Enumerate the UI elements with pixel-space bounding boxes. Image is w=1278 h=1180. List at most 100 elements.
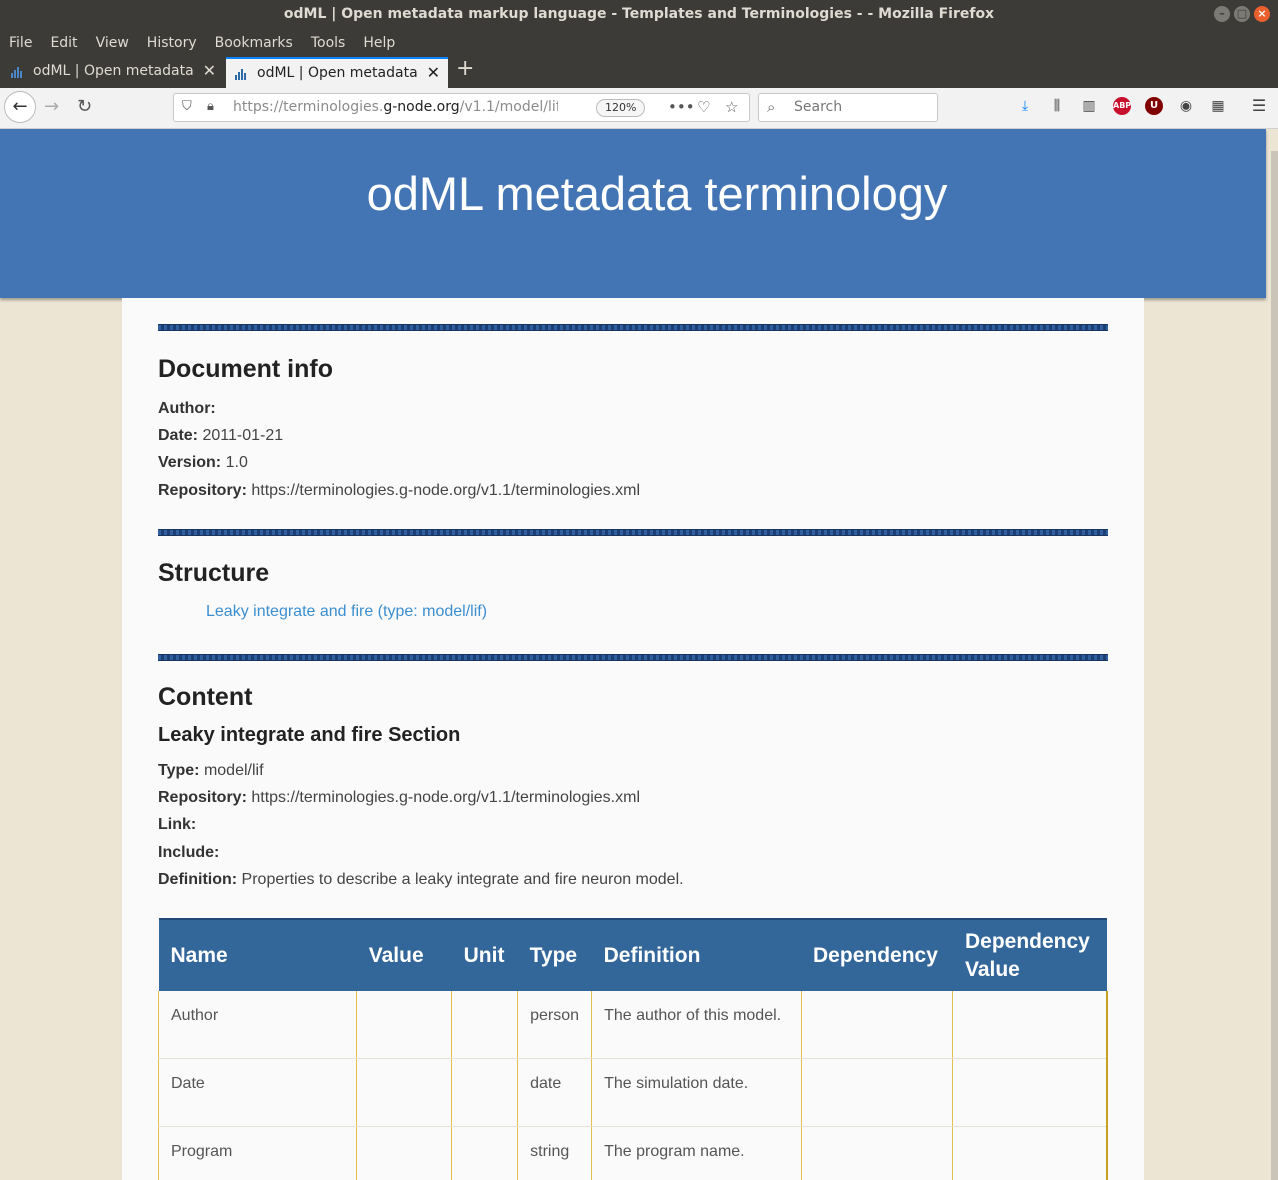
cell-name: Program [157,1126,358,1180]
downloads-icon[interactable]: ⤓ [1016,97,1034,115]
cell-name: Author [157,991,358,1059]
menu-help[interactable]: Help [354,30,404,56]
section-repository: Repository: https://terminologies.g-node… [158,789,640,806]
menu-edit[interactable]: Edit [41,30,86,56]
section-divider [158,324,1108,331]
minimize-icon[interactable]: – [1214,6,1230,22]
cell-unit [451,1058,519,1127]
cell-definition: The simulation date. [591,1058,802,1127]
close-icon[interactable]: × [1254,6,1270,22]
cell-unit [451,991,519,1059]
tab-bar: odML | Open metadata markup language ✕ o… [0,56,1278,88]
table-row: Author person The author of this model. [157,991,1109,1059]
cell-dependency-value [952,991,1109,1059]
tab-label: odML | Open metadata markup language [33,63,193,79]
menu-file[interactable]: File [0,30,41,56]
search-placeholder: Search [794,99,843,115]
odml-favicon-icon [235,69,246,80]
forward-arrow-icon[interactable]: → [44,96,59,117]
window-title: odML | Open metadata markup language - T… [283,6,995,22]
tab-label: odML | Open metadata markup language [257,65,417,81]
pocket-icon[interactable]: ♡ [697,98,710,116]
section-link: Link: [158,816,197,833]
cell-dependency [801,991,954,1059]
page-actions-icon[interactable]: ••• [668,98,695,116]
tab-odml-1[interactable]: odML | Open metadata markup language ✕ [2,57,224,88]
adblock-plus-icon[interactable]: ABP [1113,97,1131,115]
content-heading: Content [158,683,253,711]
ublock-icon[interactable]: U [1145,97,1163,115]
document-info-heading: Document info [158,355,333,383]
menu-bookmarks[interactable]: Bookmarks [206,30,302,56]
tab-odml-2[interactable]: odML | Open metadata markup language ✕ [226,57,448,88]
cell-type: person [517,991,593,1059]
column-header-dependency: Dependency [801,918,953,991]
maximize-icon[interactable]: □ [1234,6,1250,22]
doc-version: Version: 1.0 [158,454,248,471]
window-titlebar: odML | Open metadata markup language - T… [0,0,1278,30]
cell-dependency-value [952,1058,1109,1127]
url-text[interactable]: https://terminologies.g-node.org/v1.1/mo… [233,99,558,115]
cell-unit [451,1126,519,1180]
menu-view[interactable]: View [87,30,138,56]
page-banner: odML metadata terminology [0,129,1266,298]
sidebar-icon[interactable]: ▥ [1080,97,1098,115]
cell-dependency [801,1058,954,1127]
column-header-unit: Unit [451,918,518,991]
zoom-indicator[interactable]: 120% [596,99,646,117]
cell-type: date [517,1058,593,1127]
cell-value [356,1058,453,1127]
search-icon: ⌕ [767,98,776,116]
cell-definition: The author of this model. [591,991,802,1059]
column-header-definition: Definition [591,918,802,991]
hamburger-menu-icon[interactable]: ☰ [1250,97,1268,115]
column-header-value: Value [356,918,452,991]
reload-icon[interactable]: ↻ [77,96,92,117]
menubar: File Edit View History Bookmarks Tools H… [0,30,1278,56]
scrollbar[interactable] [1271,151,1278,1180]
table-row: Date date The simulation date. [157,1058,1109,1127]
section-divider [158,529,1108,536]
bookmark-star-icon[interactable]: ☆ [725,98,738,116]
window-controls: – □ × [1214,6,1270,22]
main-content: Document info Author: Date: 2011-01-21 V… [122,298,1144,1180]
cell-dependency [801,1126,954,1180]
properties-table: Name Value Unit Type Definition Dependen… [157,918,1109,1180]
cell-name: Date [157,1058,358,1127]
structure-link[interactable]: Leaky integrate and fire (type: model/li… [206,603,487,621]
column-header-name: Name [158,918,357,991]
extension-icon[interactable]: ▦ [1209,97,1227,115]
cell-value [356,1126,453,1180]
column-header-type: Type [517,918,592,991]
search-input[interactable]: ⌕ Search [758,93,938,122]
section-definition: Definition: Properties to describe a lea… [158,871,684,888]
new-tab-icon[interactable]: + [456,56,474,81]
library-icon[interactable]: ⫼ [1048,97,1066,115]
lock-icon[interactable]: 🔒︎ [207,99,214,114]
url-bar[interactable]: ⛉ 🔒︎ https://terminologies.g-node.org/v1… [173,93,750,122]
section-type: Type: model/lif [158,762,264,779]
cell-value [356,991,453,1059]
section-divider [158,654,1108,661]
odml-favicon-icon [11,67,22,78]
tab-close-icon[interactable]: ✕ [427,63,440,82]
section-include: Include: [158,844,220,861]
account-icon[interactable]: ◉ [1177,97,1195,115]
tab-close-icon[interactable]: ✕ [203,61,216,80]
table-header-row: Name Value Unit Type Definition Dependen… [158,918,1107,991]
menu-history[interactable]: History [138,30,206,56]
column-header-dependency-value: Dependency Value [952,918,1107,991]
doc-date: Date: 2011-01-21 [158,427,284,444]
doc-author: Author: [158,400,216,417]
table-row: Program string The program name. [157,1126,1109,1180]
doc-repository: Repository: https://terminologies.g-node… [158,482,640,499]
page-viewport: odML metadata terminology Document info … [0,129,1278,1180]
structure-heading: Structure [158,559,270,587]
cell-definition: The program name. [591,1126,802,1180]
back-arrow-icon[interactable]: ← [4,91,36,123]
tracking-shield-icon[interactable]: ⛉ [182,99,192,114]
cell-type: string [517,1126,593,1180]
cell-dependency-value [952,1126,1109,1180]
banner-title: odML metadata terminology [366,167,948,220]
menu-tools[interactable]: Tools [302,30,355,56]
